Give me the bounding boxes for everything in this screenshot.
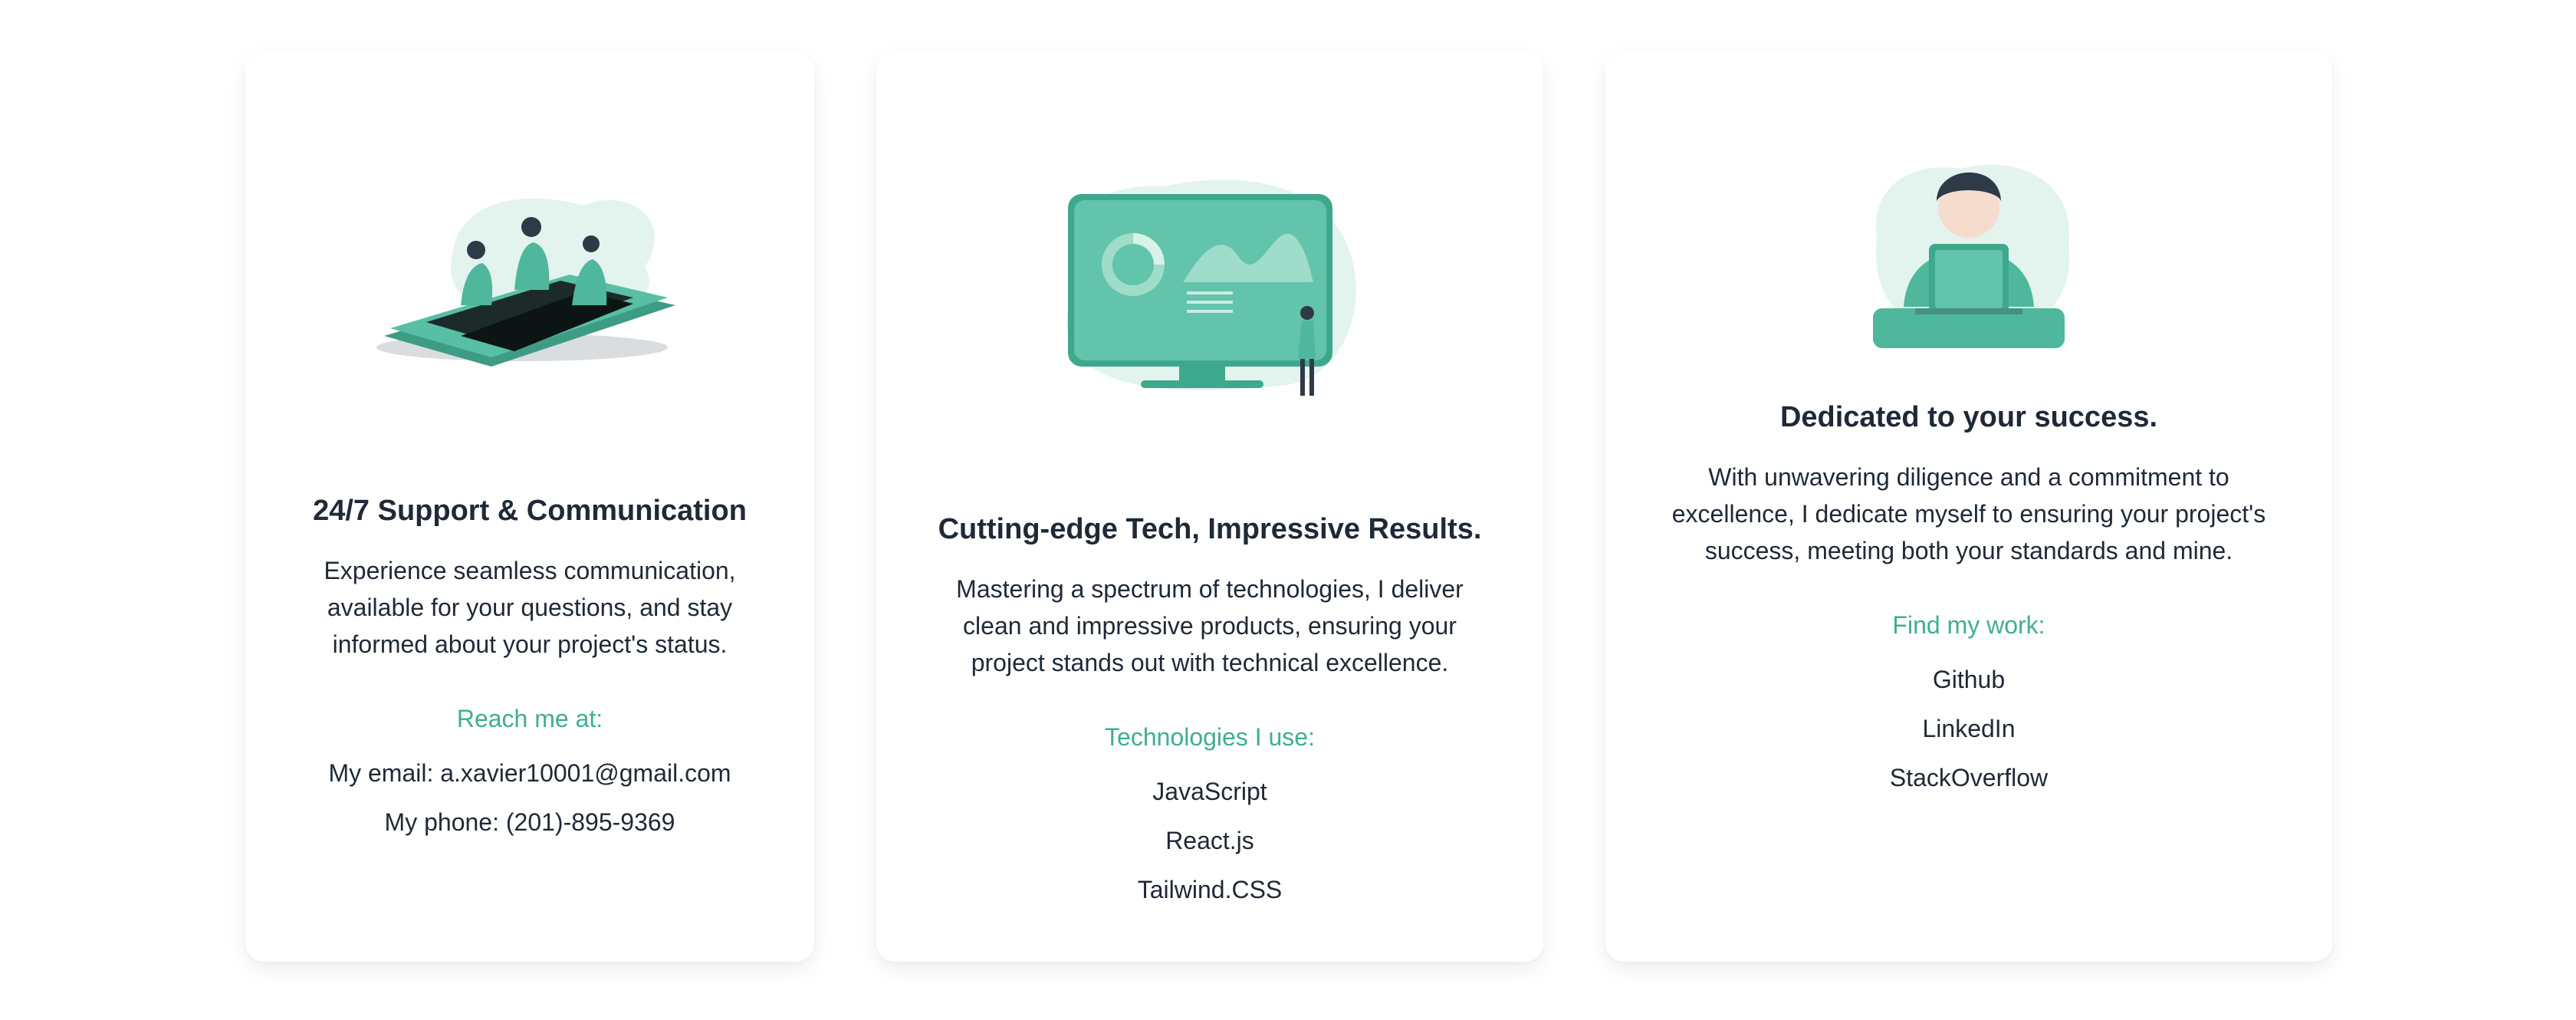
technologies-list: JavaScript React.js Tailwind.CSS xyxy=(1138,767,1283,914)
github-item[interactable]: Github xyxy=(1890,655,2048,704)
email-link[interactable]: My email: a.xavier10001@gmail.com xyxy=(328,759,731,787)
phone-link[interactable]: My phone: (201)-895-9369 xyxy=(385,808,675,836)
card-description: Experience seamless communication, avail… xyxy=(324,556,736,658)
phone-contact[interactable]: My phone: (201)-895-9369 xyxy=(328,798,731,847)
card-description: With unwavering diligence and a commitme… xyxy=(1671,462,2266,564)
card-title: Dedicated to your success. xyxy=(1779,401,2158,433)
monitor-dashboard-illustration xyxy=(1066,179,1356,396)
person-with-laptop-illustration xyxy=(1873,164,2070,348)
email-contact[interactable]: My email: a.xavier10001@gmail.com xyxy=(328,749,731,798)
technologies-subheading: Technologies I use: xyxy=(1105,722,1315,751)
team-on-phone-illustration xyxy=(376,198,675,367)
card-description: Mastering a spectrum of technologies, I … xyxy=(956,574,1464,676)
tech-card: Cutting-edge Tech, Impressive Results. M… xyxy=(876,52,1543,962)
card-title: 24/7 Support & Communication xyxy=(313,495,747,527)
linkedin-item[interactable]: LinkedIn xyxy=(1890,704,2048,753)
find-work-subheading: Find my work: xyxy=(1892,610,2045,639)
work-links-list: Github LinkedIn StackOverflow xyxy=(1890,655,2048,802)
technology-item: Tailwind.CSS xyxy=(1137,875,1283,903)
stackoverflow-link[interactable]: StackOverflow xyxy=(1890,764,2048,791)
card-title: Cutting-edge Tech, Impressive Results. xyxy=(938,513,1482,545)
linkedin-link[interactable]: LinkedIn xyxy=(1923,715,2016,742)
github-link[interactable]: Github xyxy=(1933,666,2005,693)
contact-list: My email: a.xavier10001@gmail.com My pho… xyxy=(328,749,731,847)
stackoverflow-item[interactable]: StackOverflow xyxy=(1890,753,2048,802)
technology-item: React.js xyxy=(1165,826,1254,854)
support-card: 24/7 Support & Communication Experience … xyxy=(245,52,814,962)
contact-subheading: Reach me at: xyxy=(456,704,603,732)
success-card: Dedicated to your success. With unwaveri… xyxy=(1605,52,2332,962)
technology-item: JavaScript xyxy=(1152,777,1267,805)
